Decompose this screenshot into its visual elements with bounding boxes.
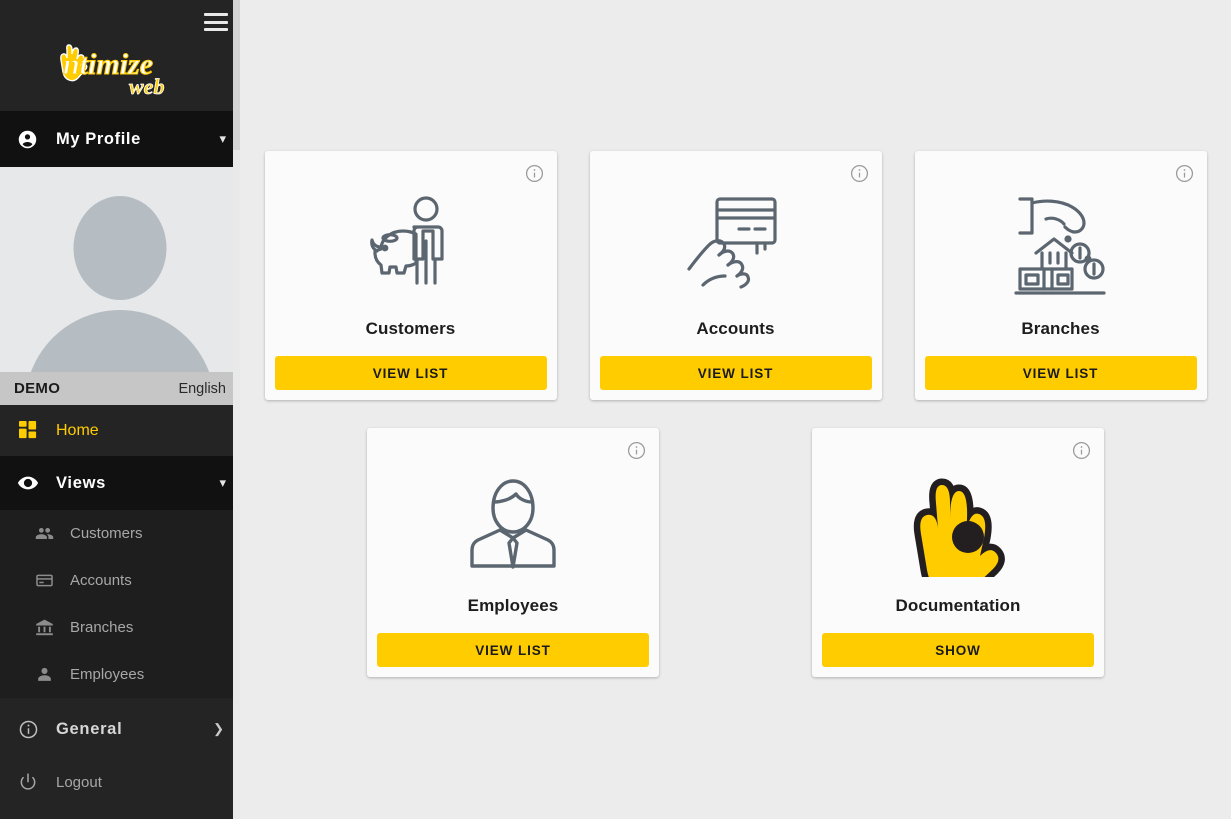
view-list-button-accounts[interactable]: VIEW LIST xyxy=(599,356,872,390)
svg-text:web: web xyxy=(129,74,164,96)
power-icon xyxy=(14,772,42,792)
sidebar-nav: Home Views ▾ Customers Accounts Branches… xyxy=(0,405,240,819)
card-customers[interactable]: Customers VIEW LIST xyxy=(264,151,557,400)
sidebar: ntimize web My Profile ▾ DEMO English Ho… xyxy=(0,0,240,819)
sidebar-item-accounts[interactable]: Accounts xyxy=(0,557,240,604)
sidebar-item-customers-label: Customers xyxy=(70,525,143,542)
sidebar-item-employees-label: Employees xyxy=(70,666,145,683)
credit-card-icon xyxy=(32,571,56,590)
card-title: Accounts xyxy=(696,319,775,338)
sidebar-item-home-label: Home xyxy=(56,421,99,439)
sidebar-logo-block: ntimize web xyxy=(0,0,240,111)
bank-icon xyxy=(32,618,56,637)
card-row-secondary: Employees VIEW LIST Documentation SHOW xyxy=(240,428,1231,677)
ontimize-web-logo: ntimize web xyxy=(55,40,187,99)
card-title: Employees xyxy=(467,596,559,615)
info-circle-icon[interactable] xyxy=(850,164,869,183)
language-selector[interactable]: English xyxy=(178,381,226,397)
sidebar-item-general-label: General xyxy=(56,719,123,738)
info-circle-icon[interactable] xyxy=(1175,164,1194,183)
app-root: ntimize web My Profile ▾ DEMO English Ho… xyxy=(0,0,1231,819)
status-bar: DEMO English xyxy=(0,372,240,405)
views-submenu: Customers Accounts Branches Employees xyxy=(0,510,240,698)
hand-credit-card-icon xyxy=(681,187,791,303)
hamburger-menu-icon[interactable] xyxy=(204,13,228,31)
sidebar-scrollbar-thumb[interactable] xyxy=(233,0,240,150)
customer-piggybank-icon xyxy=(356,187,466,303)
main-content: Customers VIEW LIST Accounts VIEW LIST B… xyxy=(240,0,1231,819)
sidebar-item-general[interactable]: General ❯ xyxy=(0,702,240,756)
show-button-documentation[interactable]: SHOW xyxy=(822,633,1094,667)
view-list-button-employees[interactable]: VIEW LIST xyxy=(377,633,649,667)
sidebar-item-views[interactable]: Views ▾ xyxy=(0,456,240,510)
person-icon xyxy=(32,665,56,684)
card-employees[interactable]: Employees VIEW LIST xyxy=(367,428,659,677)
my-profile-label: My Profile xyxy=(56,129,141,148)
environment-badge: DEMO xyxy=(14,380,61,397)
chevron-right-icon[interactable]: ❯ xyxy=(213,721,224,737)
eye-icon xyxy=(14,472,42,494)
businessperson-icon xyxy=(458,464,568,580)
card-title: Branches xyxy=(1021,319,1100,338)
chevron-down-icon[interactable]: ▾ xyxy=(219,131,226,147)
account-circle-icon xyxy=(14,129,40,150)
sidebar-item-accounts-label: Accounts xyxy=(70,572,132,589)
info-circle-icon xyxy=(14,719,42,740)
sidebar-item-logout[interactable]: Logout xyxy=(0,756,240,808)
sidebar-item-employees[interactable]: Employees xyxy=(0,651,240,698)
card-accounts[interactable]: Accounts VIEW LIST xyxy=(589,151,882,400)
dashboard-grid-icon xyxy=(14,421,42,440)
sidebar-item-my-profile[interactable]: My Profile ▾ xyxy=(0,111,240,167)
info-circle-icon[interactable] xyxy=(1072,441,1091,460)
card-row-primary: Customers VIEW LIST Accounts VIEW LIST B… xyxy=(240,151,1231,400)
avatar-head xyxy=(73,196,167,300)
card-title: Customers xyxy=(365,319,456,338)
people-icon xyxy=(32,524,56,543)
card-documentation[interactable]: Documentation SHOW xyxy=(812,428,1104,677)
view-list-button-branches[interactable]: VIEW LIST xyxy=(924,356,1197,390)
avatar-body xyxy=(25,310,215,372)
sidebar-scrollbar[interactable] xyxy=(233,0,240,819)
info-circle-icon[interactable] xyxy=(525,164,544,183)
sidebar-item-customers[interactable]: Customers xyxy=(0,510,240,557)
view-list-button-customers[interactable]: VIEW LIST xyxy=(274,356,547,390)
sidebar-item-views-label: Views xyxy=(56,473,106,492)
sidebar-item-home[interactable]: Home xyxy=(0,405,240,456)
chevron-down-icon[interactable]: ▾ xyxy=(219,475,226,491)
user-avatar-placeholder xyxy=(0,167,240,372)
card-branches[interactable]: Branches VIEW LIST xyxy=(914,151,1207,400)
info-circle-icon[interactable] xyxy=(627,441,646,460)
sidebar-item-branches-label: Branches xyxy=(70,619,134,636)
hand-coins-bank-icon xyxy=(1006,187,1116,303)
sidebar-item-logout-label: Logout xyxy=(56,773,102,791)
ok-hand-logo-icon xyxy=(902,464,1014,580)
card-title: Documentation xyxy=(895,596,1021,615)
sidebar-item-branches[interactable]: Branches xyxy=(0,604,240,651)
